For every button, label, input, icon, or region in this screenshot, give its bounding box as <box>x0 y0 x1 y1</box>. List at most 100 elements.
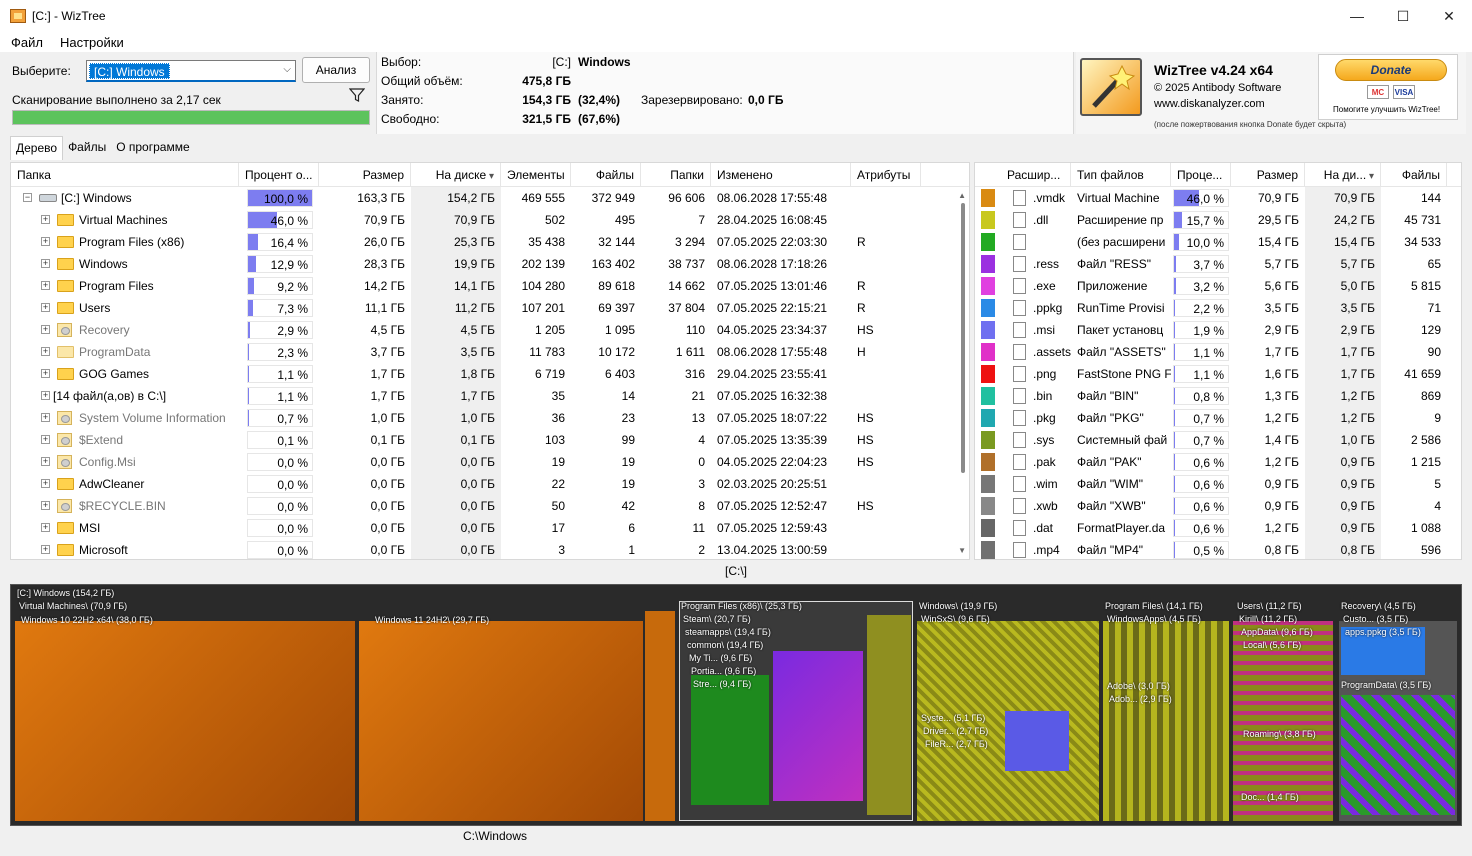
tab-about[interactable]: О программе <box>111 136 194 160</box>
ext-row[interactable]: .sys Системный фай 0,7 % 1,4 ГБ 1,0 ГБ 2 586 <box>975 429 1461 451</box>
ext-row[interactable]: .assets Файл "ASSETS" 1,1 % 1,7 ГБ 1,7 ГБ 90 <box>975 341 1461 363</box>
treemap-block[interactable] <box>645 611 675 821</box>
tree-row[interactable]: + AdwCleaner 0,0 % 0,0 ГБ 0,0 ГБ 22 19 3 02.03.2… <box>11 473 969 495</box>
tree-row[interactable]: + MSI 0,0 % 0,0 ГБ 0,0 ГБ 17 6 11 07.05.2025 12:… <box>11 517 969 539</box>
treemap-block[interactable] <box>691 675 769 805</box>
treemap-block[interactable] <box>1005 711 1069 771</box>
brand-site-link[interactable]: www.diskanalyzer.com <box>1154 98 1265 110</box>
ext-row[interactable]: .ress Файл "RESS" 3,7 % 5,7 ГБ 5,7 ГБ 65 <box>975 253 1461 275</box>
tree-row[interactable]: + Program Files (x86) 16,4 % 26,0 ГБ 25,3 ГБ… <box>11 231 969 253</box>
header-folder[interactable]: Папка <box>11 163 239 187</box>
tree-row[interactable]: + Microsoft 0,0 % 0,0 ГБ 0,0 ГБ 3 1 2 13.04.2025… <box>11 539 969 559</box>
treemap-block[interactable] <box>15 621 355 821</box>
collapse-icon[interactable]: − <box>23 193 32 202</box>
expand-icon[interactable]: + <box>41 303 50 312</box>
expand-icon[interactable]: + <box>41 457 50 466</box>
expand-icon[interactable]: + <box>41 259 50 268</box>
expand-icon[interactable]: + <box>41 237 50 246</box>
tree-row[interactable]: + Program Files 9,2 % 14,2 ГБ 14,1 ГБ 104 280… <box>11 275 969 297</box>
tree-row[interactable]: + Windows 12,9 % 28,3 ГБ 19,9 ГБ 202 139 163 4… <box>11 253 969 275</box>
treemap-view[interactable]: [C:] Windows (154,2 ГБ) Virtual Machines\… <box>10 584 1462 826</box>
ext-row[interactable]: .dll Расширение пр 15,7 % 29,5 ГБ 24,2 ГБ 45 … <box>975 209 1461 231</box>
ext-row[interactable]: .xwb Файл "XWB" 0,6 % 0,9 ГБ 0,9 ГБ 4 <box>975 495 1461 517</box>
tree-row[interactable]: + Recovery 2,9 % 4,5 ГБ 4,5 ГБ 1 205 1 095 110 0… <box>11 319 969 341</box>
ext-row[interactable]: .bin Файл "BIN" 0,8 % 1,3 ГБ 1,2 ГБ 869 <box>975 385 1461 407</box>
maximize-button[interactable]: ☐ <box>1380 0 1426 32</box>
header-items[interactable]: Элементы <box>501 163 571 187</box>
menu-settings[interactable]: Настройки <box>49 35 130 50</box>
expand-icon[interactable]: + <box>41 413 50 422</box>
drive-select[interactable]: [C:] Windows ⌵ <box>86 60 296 82</box>
tree-row[interactable]: + System Volume Information 0,7 % 1,0 ГБ 1,0… <box>11 407 969 429</box>
analyze-button[interactable]: Анализ <box>302 57 370 83</box>
header-percent[interactable]: Процент о... <box>239 163 319 187</box>
treemap-block[interactable] <box>1103 621 1229 821</box>
expand-icon[interactable]: + <box>41 281 50 290</box>
header-percent[interactable]: Проце... <box>1171 163 1231 187</box>
ext-row[interactable]: .exe Приложение 3,2 % 5,6 ГБ 5,0 ГБ 5 815 <box>975 275 1461 297</box>
scroll-down-icon[interactable]: ▼ <box>958 546 966 555</box>
expand-icon[interactable]: + <box>41 523 50 532</box>
header-attributes[interactable]: Атрибуты <box>851 163 921 187</box>
top-panel: Выберите: [C:] Windows ⌵ Анализ Сканиров… <box>6 52 1466 134</box>
donate-note: (после пожертвования кнопка Donate будет… <box>1154 120 1347 129</box>
menu-file[interactable]: Файл <box>0 35 49 50</box>
expand-icon[interactable]: + <box>41 545 50 554</box>
close-button[interactable]: ✕ <box>1426 0 1472 32</box>
expand-icon[interactable]: + <box>41 435 50 444</box>
tree-row[interactable]: + $Extend 0,1 % 0,1 ГБ 0,1 ГБ 103 99 4 07.05.202… <box>11 429 969 451</box>
tree-row[interactable]: − [C:] Windows 100,0 % 163,3 ГБ 154,2 ГБ 469 … <box>11 187 969 209</box>
tab-files[interactable]: Файлы <box>63 136 111 160</box>
header-size[interactable]: Размер <box>319 163 411 187</box>
header-modified[interactable]: Изменено <box>711 163 851 187</box>
ext-row[interactable]: .msi Пакет установц 1,9 % 2,9 ГБ 2,9 ГБ 129 <box>975 319 1461 341</box>
scroll-thumb[interactable] <box>961 203 965 473</box>
tree-scrollbar[interactable]: ▲ ▼ <box>955 187 969 559</box>
ext-row[interactable]: .ppkg RunTime Provisi 2,2 % 3,5 ГБ 3,5 ГБ 71 <box>975 297 1461 319</box>
treemap-block[interactable] <box>867 615 911 815</box>
tree-row[interactable]: + Config.Msi 0,0 % 0,0 ГБ 0,0 ГБ 19 19 0 04.05.2… <box>11 451 969 473</box>
header-file-type[interactable]: Тип файлов <box>1071 163 1171 187</box>
ext-row[interactable]: (без расширени 10,0 % 15,4 ГБ 15,4 ГБ 34 533 <box>975 231 1461 253</box>
scroll-up-icon[interactable]: ▲ <box>958 191 966 200</box>
header-size[interactable]: Размер <box>1231 163 1305 187</box>
ext-row[interactable]: .pak Файл "PAK" 0,6 % 1,2 ГБ 0,9 ГБ 1 215 <box>975 451 1461 473</box>
header-extension[interactable]: Расшир... <box>1001 163 1071 187</box>
ext-row[interactable]: .wim Файл "WIM" 0,6 % 0,9 ГБ 0,9 ГБ 5 <box>975 473 1461 495</box>
percent-value: 12,9 % <box>270 258 308 272</box>
tree-row[interactable]: + Virtual Machines 46,0 % 70,9 ГБ 70,9 ГБ 502… <box>11 209 969 231</box>
expand-icon[interactable]: + <box>41 391 50 400</box>
tree-row[interactable]: + GOG Games 1,1 % 1,7 ГБ 1,8 ГБ 6 719 6 403 316… <box>11 363 969 385</box>
tree-row[interactable]: + ProgramData 2,3 % 3,7 ГБ 3,5 ГБ 11 783 10 17… <box>11 341 969 363</box>
treemap-block[interactable] <box>1233 621 1333 821</box>
donate-button[interactable]: Donate <box>1335 59 1447 81</box>
attributes-value <box>851 209 921 231</box>
treemap-block[interactable] <box>773 651 863 801</box>
expand-icon[interactable]: + <box>41 479 50 488</box>
expand-icon[interactable]: + <box>41 215 50 224</box>
expand-icon[interactable]: + <box>41 501 50 510</box>
size-value: 1,3 ГБ <box>1264 389 1299 403</box>
ext-row[interactable]: .pkg Файл "PKG" 0,7 % 1,2 ГБ 1,2 ГБ 9 <box>975 407 1461 429</box>
treemap-block[interactable] <box>359 621 643 821</box>
ext-row[interactable]: .png FastStone PNG F 1,1 % 1,6 ГБ 1,7 ГБ 41 6… <box>975 363 1461 385</box>
ext-row[interactable]: .vmdk Virtual Machine 46,0 % 70,9 ГБ 70,9 ГБ… <box>975 187 1461 209</box>
filter-icon[interactable] <box>349 87 365 103</box>
expand-icon[interactable]: + <box>41 325 50 334</box>
tree-row[interactable]: + Users 7,3 % 11,1 ГБ 11,2 ГБ 107 201 69 397 37… <box>11 297 969 319</box>
expand-icon[interactable]: + <box>41 369 50 378</box>
files-value: 2 586 <box>1410 433 1441 447</box>
header-folders[interactable]: Папки <box>641 163 711 187</box>
tab-tree[interactable]: Дерево <box>10 136 64 160</box>
header-files[interactable]: Файлы <box>1381 163 1447 187</box>
ext-row[interactable]: .dat FormatPlayer.da 0,6 % 1,2 ГБ 0,9 ГБ 1 08… <box>975 517 1461 539</box>
ext-row[interactable]: .mp4 Файл "MP4" 0,5 % 0,8 ГБ 0,8 ГБ 596 <box>975 539 1461 559</box>
expand-icon[interactable]: + <box>41 347 50 356</box>
treemap-block[interactable] <box>1341 695 1455 815</box>
tree-row[interactable]: + $RECYCLE.BIN 0,0 % 0,0 ГБ 0,0 ГБ 50 42 8 07.05… <box>11 495 969 517</box>
minimize-button[interactable]: — <box>1334 0 1380 32</box>
tree-row[interactable]: + [14 файл(а,ов) в C:\] 1,1 % 1,7 ГБ 1,7 ГБ 3… <box>11 385 969 407</box>
header-on-disk[interactable]: На диске <box>411 163 501 187</box>
header-files[interactable]: Файлы <box>571 163 641 187</box>
header-on-disk[interactable]: На ди... <box>1305 163 1381 187</box>
